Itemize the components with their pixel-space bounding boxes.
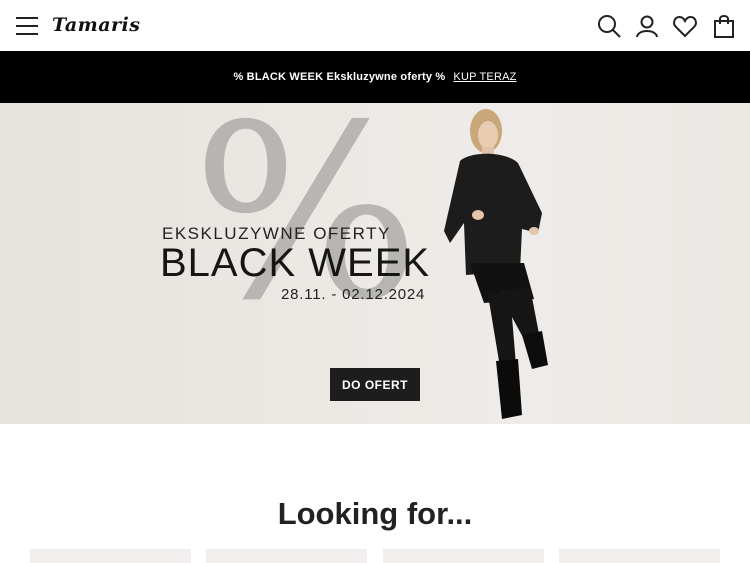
model-image	[444, 109, 548, 419]
hero-cta-button[interactable]: DO OFERT	[330, 368, 420, 401]
promo-link[interactable]: KUP TERAZ	[453, 71, 516, 83]
hero-title: BLACK WEEK	[160, 241, 431, 285]
search-icon[interactable]	[596, 13, 622, 39]
category-card[interactable]	[206, 549, 367, 563]
site-header: Tamaris	[0, 0, 750, 51]
promo-text: % BLACK WEEK Ekskluzywne oferty %	[233, 71, 446, 83]
category-card[interactable]	[30, 549, 191, 563]
bag-icon[interactable]	[711, 13, 737, 39]
promo-bar: % BLACK WEEK Ekskluzywne oferty % KUP TE…	[0, 51, 750, 103]
category-card[interactable]	[559, 549, 720, 563]
hero-banner[interactable]: % EKSKLUZYWNE OFERTY BLACK WEEK 28.11. -…	[0, 103, 750, 424]
menu-icon[interactable]	[16, 17, 38, 35]
logo[interactable]: Tamaris	[52, 14, 140, 36]
section-title: Looking for...	[277, 496, 473, 531]
heart-icon[interactable]	[672, 13, 698, 39]
hero-dates: 28.11. - 02.12.2024	[281, 286, 426, 303]
category-card[interactable]	[383, 549, 544, 563]
account-icon[interactable]	[634, 13, 660, 39]
